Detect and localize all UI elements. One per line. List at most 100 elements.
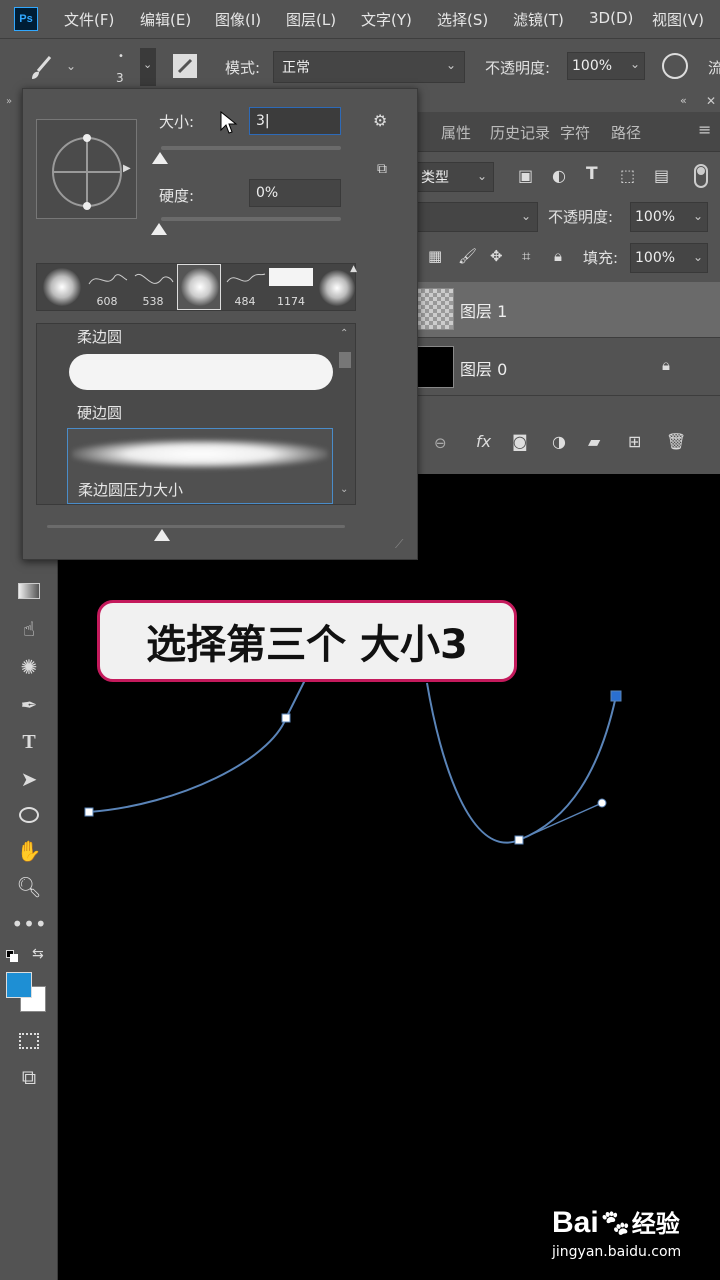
type-tool-icon[interactable]: T	[14, 727, 44, 757]
close-icon[interactable]: ✕	[706, 94, 716, 108]
add-mask-icon[interactable]: ◙	[512, 432, 528, 451]
hardness-input[interactable]: 0%	[249, 179, 341, 207]
preview-size-slider-track[interactable]	[47, 525, 345, 528]
filter-image-icon[interactable]: ▣	[518, 166, 533, 185]
new-layer-icon[interactable]: ⊞	[628, 432, 641, 451]
pressure-opacity-icon[interactable]	[662, 53, 688, 79]
brush-list-item-selected[interactable]: 柔边圆压力大小	[67, 428, 333, 504]
more-tools-icon[interactable]: •••	[11, 909, 46, 939]
brush-list-scrollbar[interactable]: ⌃ ⌄	[337, 326, 353, 502]
direction-handle[interactable]	[597, 798, 607, 808]
layer-row-0[interactable]: 图层 0 🔒︎	[408, 340, 720, 396]
filter-shape-icon[interactable]: ⬚	[620, 166, 635, 185]
default-colors-icon[interactable]	[6, 950, 20, 964]
tab-history[interactable]: 历史记录	[490, 122, 550, 143]
brush-preset-1174[interactable]: 1174	[269, 264, 313, 310]
panel-menu-icon[interactable]: ≡	[698, 120, 711, 139]
filter-smart-object-icon[interactable]: ▤	[654, 166, 669, 185]
brush-preset-stroke-538[interactable]: 538	[131, 264, 175, 310]
fx-icon[interactable]: fx	[476, 432, 491, 451]
lock-image-icon[interactable]: 🖌︎	[458, 247, 477, 265]
menu-layer[interactable]: 图层(L)	[286, 9, 336, 30]
menu-edit[interactable]: 编辑(E)	[140, 9, 191, 30]
size-slider-thumb[interactable]	[152, 152, 168, 164]
brush-picker-dropdown[interactable]: ⌄	[140, 48, 156, 86]
hardness-slider-track[interactable]	[161, 217, 341, 221]
ellipse-tool-icon[interactable]	[14, 800, 44, 830]
zoom-tool-icon[interactable]: 🔍︎	[14, 872, 44, 902]
brush-name-soft-round-pressure[interactable]: 柔边圆压力大小	[78, 479, 183, 500]
mode-select[interactable]: 正常 ⌄	[273, 51, 465, 83]
size-input[interactable]: 3 |	[249, 107, 341, 135]
filter-type-icon[interactable]: T	[586, 164, 598, 184]
resize-grip-icon[interactable]: ⟋	[395, 537, 403, 552]
brush-stroke-preview	[72, 439, 328, 469]
brush-preset-soft-round[interactable]: ▲	[315, 264, 359, 310]
brush-preset-stroke-608[interactable]: 608	[85, 264, 129, 310]
filter-toggle[interactable]	[694, 164, 708, 188]
gear-icon[interactable]: ⚙	[373, 111, 387, 130]
gradient-tool-icon[interactable]	[14, 576, 44, 606]
brush-preset-stroke-484[interactable]: 484	[223, 264, 267, 310]
tab-character[interactable]: 字符	[560, 122, 590, 143]
layer-opacity-input[interactable]: 100% ⌄	[630, 202, 708, 232]
smudge-tool-icon[interactable]: ☝	[14, 614, 44, 644]
layer-name[interactable]: 图层 0	[460, 356, 507, 380]
menu-select[interactable]: 选择(S)	[437, 9, 488, 30]
brush-preset-soft-round[interactable]	[39, 264, 83, 310]
layer-name[interactable]: 图层 1	[460, 298, 507, 322]
tab-paths[interactable]: 路径	[611, 122, 641, 143]
swap-colors-icon[interactable]: ⇆	[32, 946, 44, 962]
blend-mode-select[interactable]: ⌄	[408, 202, 538, 232]
brush-name-soft-round[interactable]: 柔边圆	[77, 326, 122, 347]
brush-settings-panel-icon[interactable]	[173, 54, 197, 78]
screen-mode-icon[interactable]: ⧉	[14, 1062, 44, 1092]
chevron-down-icon: ⌄	[476, 169, 487, 183]
lock-position-icon[interactable]: ✥	[490, 247, 503, 265]
panel-tabs: 属性 历史记录 字符 路径 ≡	[408, 112, 720, 152]
filter-adjustment-icon[interactable]: ◐	[552, 166, 566, 185]
tab-properties[interactable]: 属性	[441, 122, 471, 143]
anchor-point[interactable]	[514, 835, 524, 845]
anchor-point[interactable]	[281, 713, 291, 723]
hand-tool-icon[interactable]: ✋	[14, 836, 44, 866]
hardness-slider-thumb[interactable]	[151, 223, 167, 235]
opacity-input[interactable]: 100% ⌄	[567, 52, 645, 80]
menu-3d[interactable]: 3D(D)	[589, 9, 633, 27]
group-folder-icon[interactable]: ▰	[588, 432, 600, 451]
layers-footer: ⊖ fx ◙ ◑ ▰ ⊞ 🗑︎	[408, 424, 720, 464]
chevron-down-icon[interactable]: ⌄	[66, 59, 76, 73]
brush-preset-picker[interactable]: • 3	[90, 45, 140, 89]
brush-preset-soft-round-selected[interactable]	[177, 264, 221, 310]
layer-filter-select[interactable]: 类型 ⌄	[408, 162, 494, 192]
size-slider-track[interactable]	[161, 146, 341, 150]
menu-file[interactable]: 文件(F)	[64, 9, 114, 30]
lock-transparent-icon[interactable]: ▦	[428, 247, 442, 265]
new-preset-icon[interactable]: ⧉	[377, 161, 387, 177]
layer-row-1[interactable]: 图层 1	[408, 282, 720, 338]
brush-name-hard-round[interactable]: 硬边圆	[77, 402, 122, 423]
menu-view[interactable]: 视图(V)	[652, 9, 704, 30]
fill-input[interactable]: 100% ⌄	[630, 243, 708, 273]
pen-tool-icon[interactable]: ✒	[14, 690, 44, 720]
adjustment-layer-icon[interactable]: ◑	[552, 432, 566, 451]
lock-artboard-icon[interactable]: ⌗	[522, 247, 530, 265]
quick-mask-icon[interactable]	[14, 1026, 44, 1056]
menu-filter[interactable]: 滤镜(T)	[513, 9, 564, 30]
watermark-url: jingyan.baidu.com	[552, 1244, 682, 1260]
anchor-point[interactable]	[84, 807, 94, 817]
collapse-icon[interactable]: »	[6, 96, 12, 107]
anchor-point-selected[interactable]	[610, 690, 622, 702]
collapse-panels-icon[interactable]: «	[680, 94, 687, 107]
foreground-color-swatch[interactable]	[6, 972, 32, 998]
lock-all-icon[interactable]: 🔒︎	[554, 247, 562, 265]
link-layers-icon[interactable]: ⊖	[434, 434, 447, 452]
sponge-tool-icon[interactable]: ✺	[14, 652, 44, 682]
brush-tip-preview[interactable]	[36, 119, 137, 219]
preview-size-slider-thumb[interactable]	[154, 529, 170, 541]
path-selection-tool-icon[interactable]: ➤	[14, 764, 44, 794]
brush-tool-icon[interactable]	[26, 53, 56, 83]
menu-image[interactable]: 图像(I)	[215, 9, 261, 30]
delete-layer-icon[interactable]: 🗑︎	[666, 432, 686, 451]
menu-type[interactable]: 文字(Y)	[361, 9, 412, 30]
